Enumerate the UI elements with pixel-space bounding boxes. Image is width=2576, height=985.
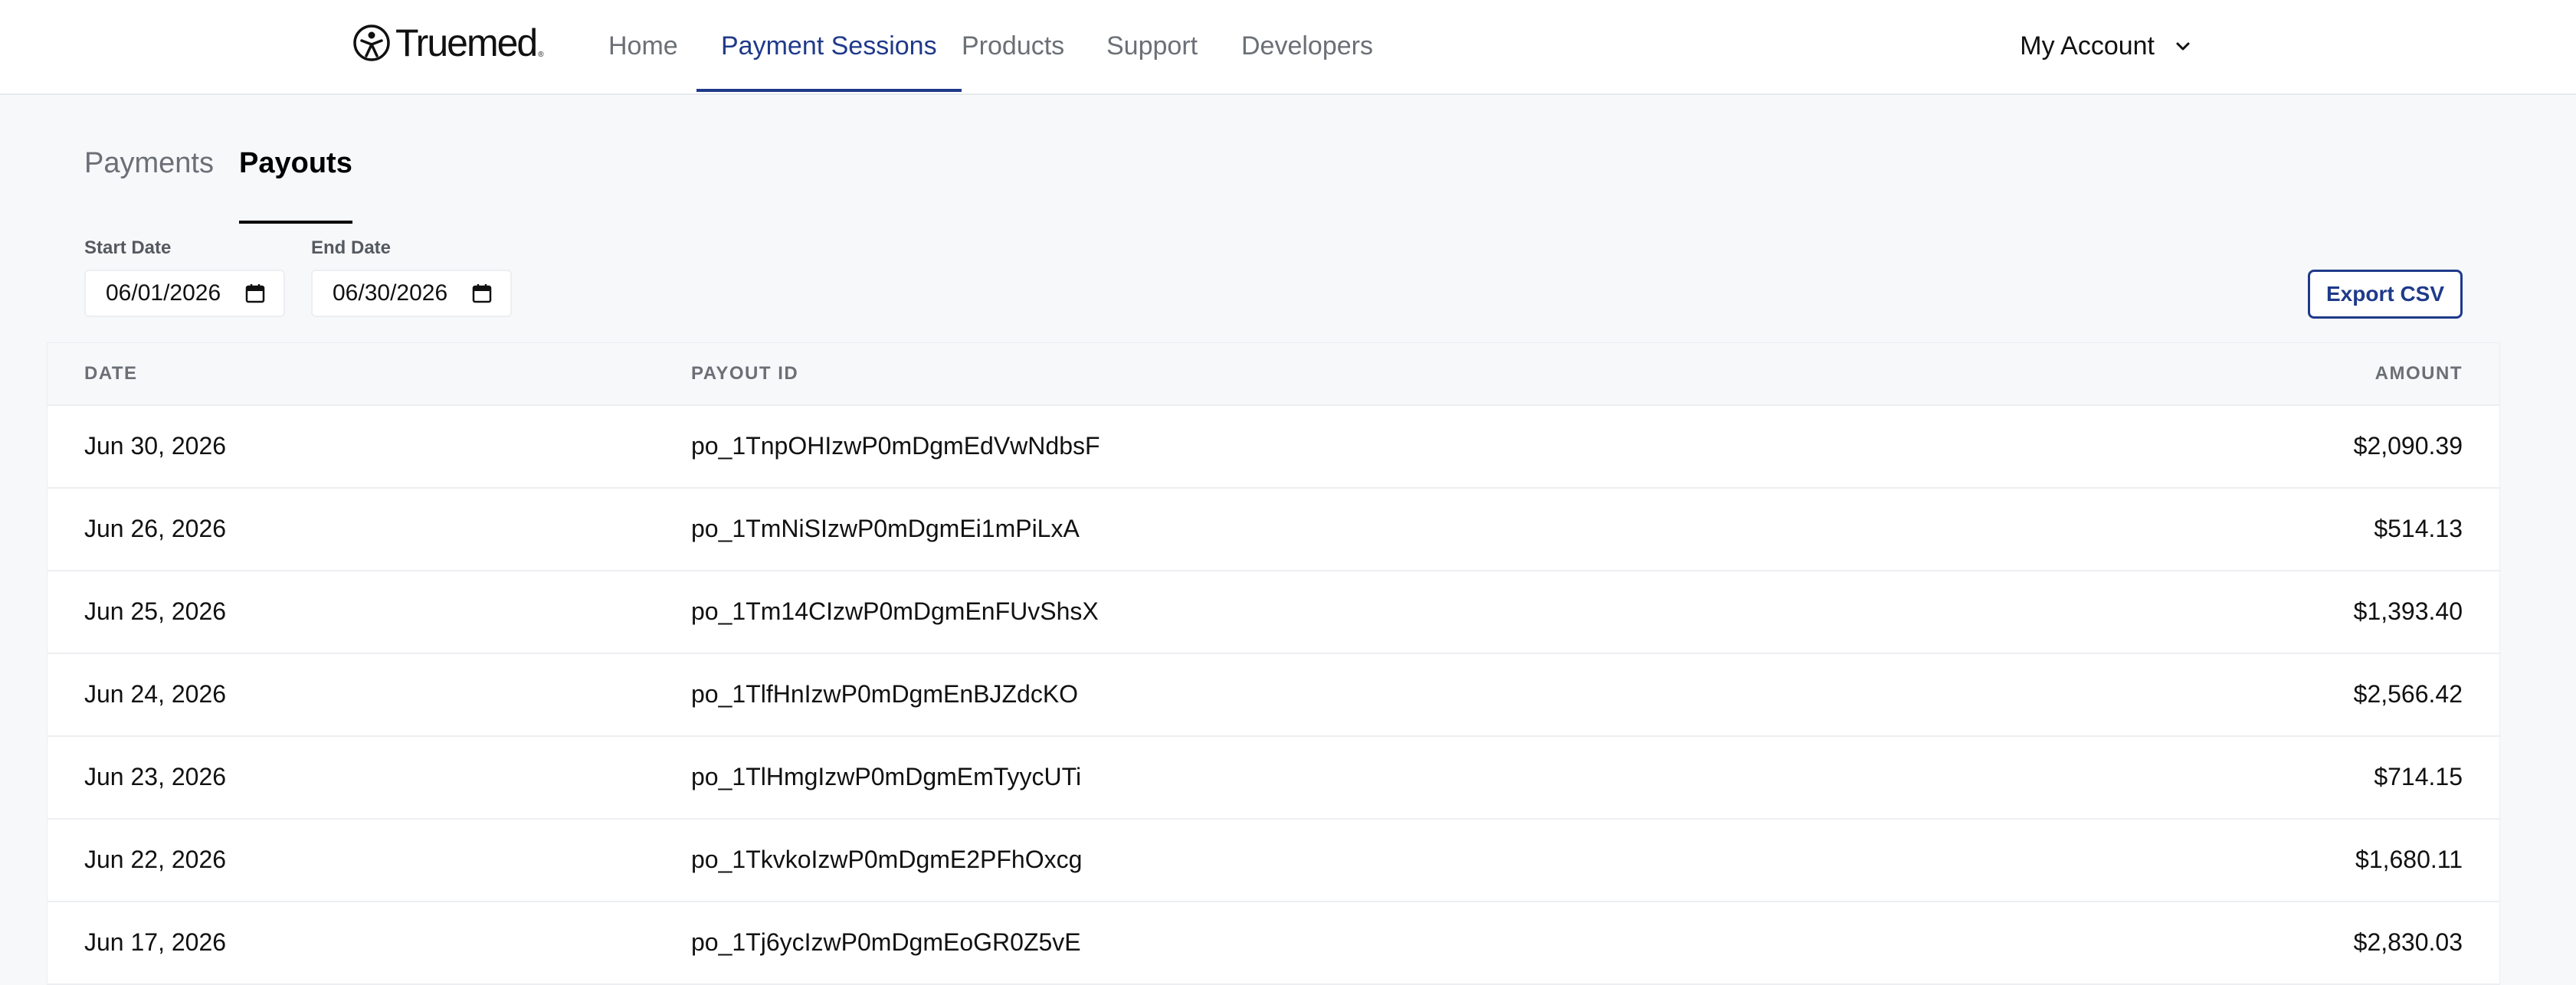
table-row[interactable]: Jun 26, 2026 po_1TmNiSIzwP0mDgmEi1mPiLxA $… (48, 489, 2499, 571)
row-amount: $2,566.42 (2353, 680, 2463, 708)
column-header-amount[interactable]: AMOUNT (2375, 343, 2463, 404)
nav-payment-sessions[interactable]: Payment Sessions (696, 0, 962, 92)
calendar-icon[interactable] (245, 283, 265, 303)
row-amount: $514.13 (2374, 515, 2463, 542)
row-date: Jun 30, 2026 (84, 432, 227, 460)
row-payout-id: po_1TlHmgIzwP0mDgmEmTyycUTi (691, 763, 1082, 790)
row-amount: $714.15 (2374, 763, 2463, 790)
end-date-label: End Date (311, 237, 392, 258)
row-date: Jun 22, 2026 (84, 846, 227, 873)
row-date: Jun 25, 2026 (84, 597, 227, 625)
nav-home[interactable]: Home (584, 0, 703, 92)
table-row[interactable]: Jun 17, 2026 po_1Tj6ycIzwP0mDgmEoGR0Z5vE $… (48, 902, 2499, 985)
brand-logo[interactable]: Truemed ® (352, 23, 544, 63)
table-row[interactable]: Jun 24, 2026 po_1TlfHnIzwP0mDgmEnBJZdcKO $… (48, 654, 2499, 737)
row-amount: $2,830.03 (2353, 928, 2463, 956)
row-date: Jun 26, 2026 (84, 515, 227, 542)
row-payout-id: po_1Tm14CIzwP0mDgmEnFUvShsX (691, 597, 1099, 625)
end-date-input[interactable]: 06/30/2026 (311, 270, 512, 317)
table-body: Jun 30, 2026 po_1TnpOHIzwP0mDgmEdVwNdbsF $… (48, 406, 2499, 985)
start-date-input[interactable]: 06/01/2026 (84, 270, 285, 317)
nav-support[interactable]: Support (1082, 0, 1222, 92)
nav-developers[interactable]: Developers (1217, 0, 1398, 92)
export-csv-button[interactable]: Export CSV (2308, 270, 2463, 319)
column-header-payout-id[interactable]: PAYOUT ID (691, 343, 798, 404)
row-payout-id: po_1TlfHnIzwP0mDgmEnBJZdcKO (691, 680, 1079, 708)
table-row[interactable]: Jun 25, 2026 po_1Tm14CIzwP0mDgmEnFUvShsX $… (48, 571, 2499, 654)
row-amount: $1,680.11 (2355, 846, 2463, 873)
table-row[interactable]: Jun 22, 2026 po_1TkvkoIzwP0mDgmE2PFhOxcg $… (48, 820, 2499, 902)
row-date: Jun 24, 2026 (84, 680, 227, 708)
calendar-icon[interactable] (472, 283, 492, 303)
row-payout-id: po_1TnpOHIzwP0mDgmEdVwNdbsF (691, 432, 1100, 460)
start-date-label: Start Date (84, 237, 172, 258)
brand-name: Truemed (395, 21, 538, 64)
row-payout-id: po_1TmNiSIzwP0mDgmEi1mPiLxA (691, 515, 1080, 542)
brand-trademark: ® (538, 50, 544, 59)
start-date-value: 06/01/2026 (106, 280, 221, 306)
tab-payouts[interactable]: Payouts (239, 144, 352, 224)
payouts-table: DATE PAYOUT ID AMOUNT Jun 30, 2026 po_1Tn… (48, 343, 2499, 985)
row-date: Jun 17, 2026 (84, 928, 227, 956)
table-header: DATE PAYOUT ID AMOUNT (48, 343, 2499, 406)
table-row[interactable]: Jun 30, 2026 po_1TnpOHIzwP0mDgmEdVwNdbsF $… (48, 406, 2499, 489)
column-header-date[interactable]: DATE (84, 343, 138, 404)
person-circle-icon (353, 25, 390, 61)
row-amount: $2,090.39 (2353, 432, 2463, 460)
tab-payments[interactable]: Payments (84, 144, 214, 221)
row-date: Jun 23, 2026 (84, 763, 227, 790)
row-amount: $1,393.40 (2353, 597, 2463, 625)
row-payout-id: po_1TkvkoIzwP0mDgmE2PFhOxcg (691, 846, 1083, 873)
end-date-value: 06/30/2026 (333, 280, 448, 306)
top-nav: Truemed ® Home Payment Sessions Products… (0, 0, 2576, 95)
row-payout-id: po_1Tj6ycIzwP0mDgmEoGR0Z5vE (691, 928, 1081, 956)
table-row[interactable]: Jun 23, 2026 po_1TlHmgIzwP0mDgmEmTyycUTi $… (48, 737, 2499, 820)
chevron-down-icon (2176, 42, 2190, 51)
account-menu[interactable]: My Account (2020, 0, 2191, 92)
account-label: My Account (2020, 31, 2155, 61)
nav-products[interactable]: Products (937, 0, 1089, 92)
